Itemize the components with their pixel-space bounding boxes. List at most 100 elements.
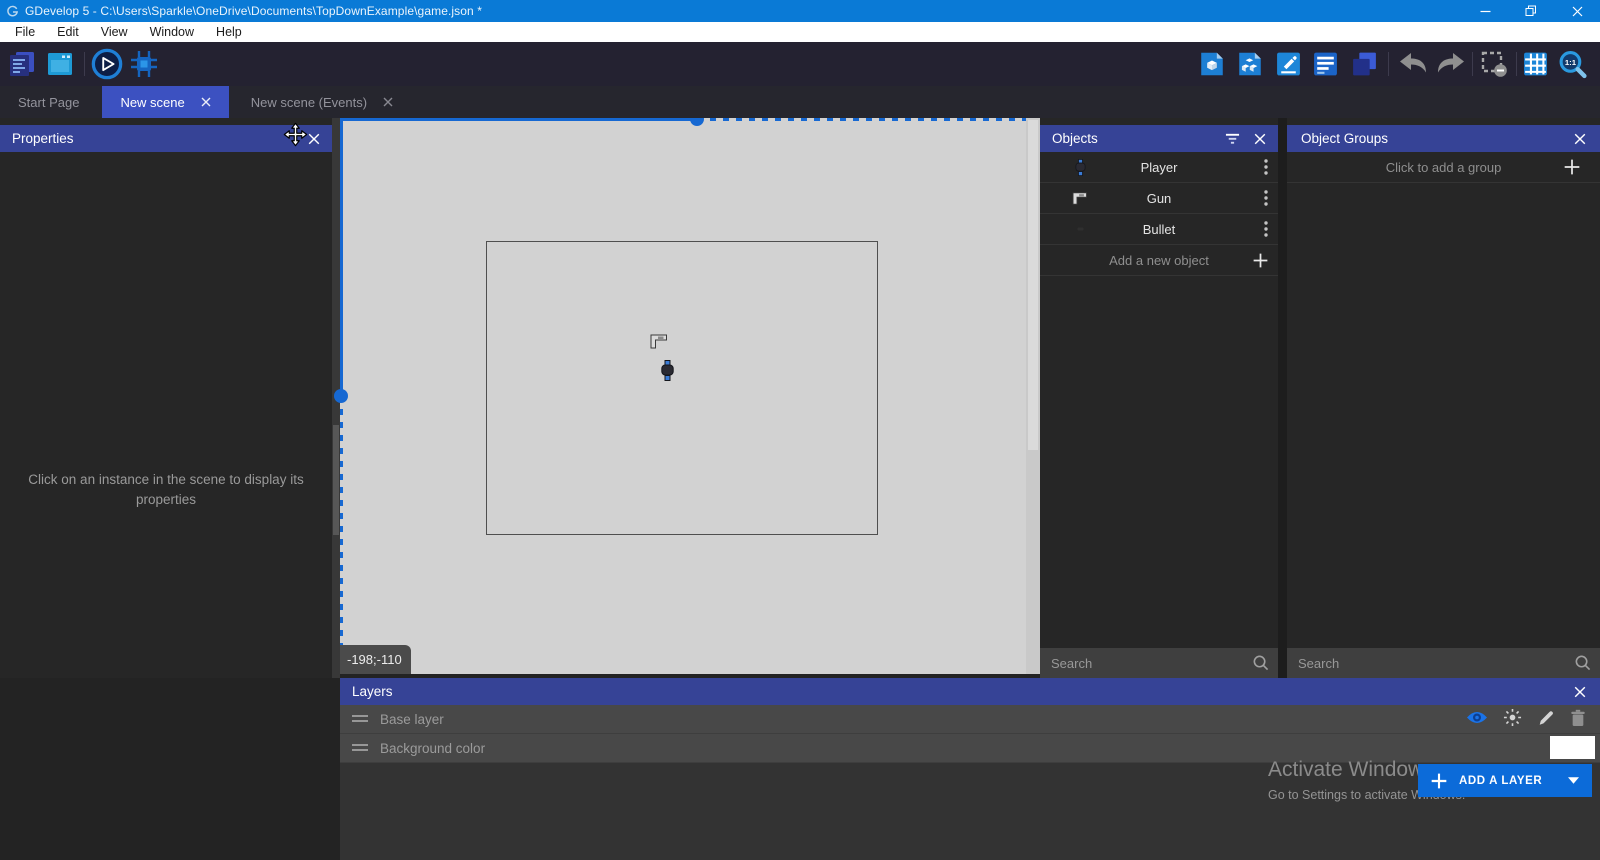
- layer-effects-icon[interactable]: [1503, 708, 1522, 730]
- delete-layer-icon[interactable]: [1570, 709, 1586, 730]
- object-menu-icon[interactable]: [1264, 190, 1268, 206]
- scene-canvas[interactable]: -198;-110: [340, 118, 1026, 674]
- background-color-swatch[interactable]: [1550, 736, 1595, 759]
- add-group-label: Click to add a group: [1386, 160, 1502, 175]
- groups-search-bar: [1287, 648, 1600, 678]
- add-layer-label: ADD A LAYER: [1459, 775, 1542, 787]
- objects-search-input[interactable]: [1040, 648, 1278, 678]
- object-row-gun[interactable]: Gun: [1040, 183, 1278, 214]
- add-group-button[interactable]: Click to add a group: [1287, 152, 1600, 183]
- tab-new-scene[interactable]: New scene: [102, 86, 228, 118]
- layers-editor-icon[interactable]: [1350, 50, 1379, 79]
- gdevelop-logo-icon: [6, 5, 19, 18]
- grid-icon[interactable]: [1522, 51, 1549, 78]
- search-icon: [1252, 654, 1269, 676]
- restore-button[interactable]: [1508, 0, 1554, 22]
- player-instance[interactable]: [661, 360, 674, 386]
- layer-row-base[interactable]: Base layer: [340, 705, 1600, 734]
- object-menu-icon[interactable]: [1264, 221, 1268, 237]
- svg-text:1:1: 1:1: [1565, 58, 1577, 67]
- bullet-sprite-icon: [1070, 227, 1090, 231]
- instances-list-icon[interactable]: [1312, 51, 1339, 78]
- menu-file[interactable]: File: [4, 22, 46, 42]
- object-row-bullet[interactable]: Bullet: [1040, 214, 1278, 245]
- object-groups-panel-header: Object Groups: [1287, 125, 1600, 152]
- toolbar-separator: [1516, 52, 1517, 76]
- scrollbar-thumb[interactable]: [333, 425, 339, 535]
- layers-panel: Layers Base layer: [340, 678, 1600, 860]
- menu-edit[interactable]: Edit: [46, 22, 90, 42]
- tab-label: New scene (Events): [251, 95, 367, 110]
- visibility-eye-icon[interactable]: [1466, 710, 1488, 728]
- scrollbar-thumb[interactable]: [1028, 120, 1038, 450]
- menu-view[interactable]: View: [90, 22, 139, 42]
- add-layer-button[interactable]: ADD A LAYER: [1418, 764, 1592, 797]
- panel-title: Layers: [352, 684, 393, 699]
- objects-search-bar: [1040, 648, 1278, 678]
- object-groups-icon[interactable]: [1236, 50, 1264, 78]
- panel-title: Object Groups: [1301, 131, 1388, 146]
- titlebar: GDevelop 5 - C:\Users\Sparkle\OneDrive\D…: [0, 0, 1600, 22]
- menubar: File Edit View Window Help: [0, 22, 1600, 42]
- gun-instance[interactable]: [650, 334, 668, 354]
- drag-handle-icon[interactable]: [352, 744, 368, 752]
- properties-panel: Properties Click on an instance in the s…: [0, 118, 332, 678]
- tab-start-page[interactable]: Start Page: [0, 86, 97, 118]
- toolbar-separator: [1472, 52, 1473, 76]
- selection-handle-left[interactable]: [334, 389, 348, 403]
- tab-label: New scene: [120, 95, 184, 110]
- play-icon[interactable]: [91, 48, 123, 80]
- panel-divider[interactable]: [1278, 118, 1287, 678]
- close-panel-icon[interactable]: [1570, 678, 1590, 705]
- objects-editor-icon[interactable]: [1198, 50, 1226, 78]
- object-menu-icon[interactable]: [1264, 159, 1268, 175]
- deselect-instances-icon[interactable]: [1480, 50, 1508, 78]
- close-button[interactable]: [1554, 0, 1600, 22]
- menu-window[interactable]: Window: [139, 22, 205, 42]
- drag-handle-icon[interactable]: [352, 715, 368, 723]
- plus-icon: [1253, 253, 1268, 268]
- layers-panel-header: Layers: [340, 678, 1600, 705]
- undo-icon[interactable]: [1398, 51, 1428, 77]
- toolbar-separator: [84, 52, 85, 76]
- toolbar: 1:1: [0, 42, 1600, 86]
- add-object-button[interactable]: Add a new object: [1040, 245, 1278, 276]
- panel-title: Properties: [12, 131, 74, 146]
- gun-sprite-icon: [1070, 192, 1090, 205]
- tab-new-scene-events[interactable]: New scene (Events): [233, 86, 411, 118]
- start-page-icon[interactable]: [45, 49, 75, 79]
- add-object-label: Add a new object: [1109, 253, 1209, 268]
- project-manager-icon[interactable]: [7, 49, 37, 79]
- close-panel-icon[interactable]: [1570, 125, 1590, 152]
- minimize-button[interactable]: [1462, 0, 1508, 22]
- groups-search-input[interactable]: [1287, 648, 1600, 678]
- edit-layer-icon[interactable]: [1537, 709, 1555, 730]
- tab-close-icon[interactable]: [201, 97, 211, 107]
- object-groups-panel: Object Groups Click to add a group: [1287, 118, 1600, 678]
- panel-title: Objects: [1052, 131, 1098, 146]
- tab-close-icon[interactable]: [383, 97, 393, 107]
- plus-icon: [1564, 159, 1580, 175]
- redo-icon[interactable]: [1436, 51, 1466, 77]
- player-sprite-icon: [1070, 159, 1090, 176]
- layer-name: Base layer: [380, 712, 444, 727]
- chevron-down-icon[interactable]: [1568, 777, 1579, 784]
- tabbar: Start Page New scene New scene (Events): [0, 86, 1600, 118]
- zoom-1-1-icon[interactable]: 1:1: [1558, 50, 1587, 79]
- main-region: Properties Click on an instance in the s…: [0, 118, 1600, 678]
- layer-name: Background color: [380, 741, 485, 756]
- selection-edge-top: [340, 118, 697, 121]
- filter-icon[interactable]: [1222, 125, 1242, 152]
- objects-panel-header: Objects: [1040, 125, 1278, 152]
- tab-label: Start Page: [18, 95, 79, 110]
- selection-edge-left: [340, 118, 343, 396]
- canvas-vertical-scrollbar[interactable]: [1026, 118, 1040, 674]
- properties-editor-icon[interactable]: [1275, 51, 1302, 78]
- object-row-player[interactable]: Player: [1040, 152, 1278, 183]
- close-panel-icon[interactable]: [1250, 125, 1270, 152]
- objects-panel: Objects Player: [1040, 118, 1278, 678]
- debugger-icon[interactable]: [128, 48, 160, 80]
- object-name: Player: [1141, 160, 1178, 175]
- menu-help[interactable]: Help: [205, 22, 253, 42]
- selection-edge-left-dashed: [340, 396, 343, 674]
